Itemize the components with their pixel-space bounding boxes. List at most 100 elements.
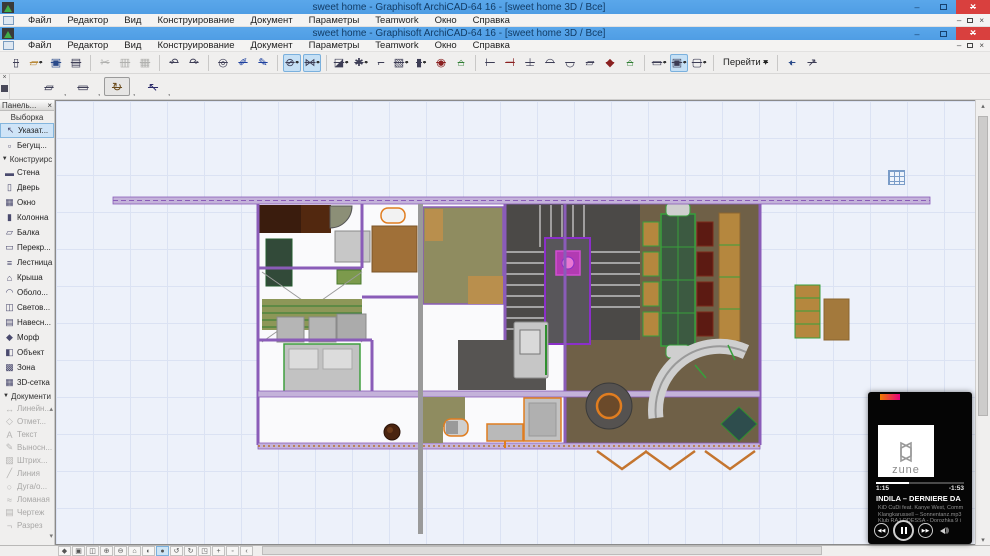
toolbox-header[interactable]: Панель... × — [0, 100, 54, 111]
edit-tool-2-button[interactable]: ⊣ — [501, 54, 519, 72]
grid-overlay-icon[interactable] — [888, 170, 905, 185]
panel-scroll-up-icon[interactable]: ▴ — [49, 405, 53, 413]
tool-section[interactable]: ¬Разрез — [0, 519, 54, 532]
tool-roof[interactable]: ⌂Крыша — [0, 270, 54, 285]
tool-shell[interactable]: ◠Оболо... — [0, 285, 54, 300]
tool-dimension[interactable]: ↔Линейн... — [0, 402, 54, 415]
menu-teamwork[interactable]: Teamwork — [367, 40, 426, 51]
menu-file[interactable]: Файл — [20, 40, 59, 51]
tool-label[interactable]: ✎Выносн... — [0, 441, 54, 454]
tool-slab[interactable]: ▭Перекр... — [0, 240, 54, 255]
tool-beam[interactable]: ▱Балка — [0, 225, 54, 240]
menu-options[interactable]: Параметры — [301, 14, 368, 26]
tool-arc[interactable]: ○Дуга/о... — [0, 480, 54, 493]
nav-button-10[interactable]: ◳ — [198, 546, 211, 556]
flyout-marker-icon[interactable]: , — [133, 88, 135, 97]
menu-help[interactable]: Справка — [465, 14, 518, 26]
scroll-down-icon[interactable]: ▾ — [976, 536, 990, 544]
volume-button[interactable]: ))) — [940, 528, 948, 534]
nav-button-3[interactable]: ⊕ — [100, 546, 113, 556]
drawing-canvas[interactable] — [55, 100, 975, 545]
dock-grip-icon[interactable] — [1, 85, 8, 92]
close-button-inner[interactable]: × — [956, 27, 990, 40]
menu-window[interactable]: Окно — [427, 40, 465, 51]
tool-zone[interactable]: ▩Зона — [0, 360, 54, 375]
tool-text[interactable]: AТекст — [0, 428, 54, 441]
snap-points-button[interactable]: ✱▾ — [352, 54, 370, 72]
quick-options-button[interactable]: ▭▾ — [650, 54, 668, 72]
tool-marquee[interactable]: ▫Бегущ... — [0, 138, 54, 153]
vertical-scrollbar[interactable]: ▴ ▾ — [975, 100, 990, 545]
edit-tool-8-button[interactable]: ⌂ — [621, 54, 639, 72]
vertical-scroll-thumb[interactable] — [978, 116, 988, 416]
section-design[interactable]: ▼Конструирс — [0, 153, 54, 165]
paste-button[interactable]: ▦ — [136, 54, 154, 72]
nav-button-7[interactable]: ● — [156, 546, 169, 556]
menu-design[interactable]: Конструирование — [149, 14, 242, 26]
tool-line[interactable]: ╱Линия — [0, 467, 54, 480]
print-button[interactable]: ▤ — [67, 54, 85, 72]
gravity-button[interactable]: ◪▾ — [332, 54, 350, 72]
panel-scroll-down-icon[interactable]: ▾ — [49, 532, 53, 540]
flyout-marker-icon[interactable]: , — [168, 88, 170, 97]
floor-plan-view-button[interactable]: ▣▾ — [670, 54, 688, 72]
renovation-button[interactable]: ⌂ — [452, 54, 470, 72]
tool-object[interactable]: ◧Объект — [0, 345, 54, 360]
tool-column[interactable]: ▮Колонна — [0, 210, 54, 225]
edit-tool-4-button[interactable]: ◠ — [541, 54, 559, 72]
edit-tool-7-button[interactable]: ◆ — [601, 54, 619, 72]
tool-polyline[interactable]: ≈Ломаная — [0, 493, 54, 506]
mdi-close-button[interactable]: × — [979, 41, 984, 50]
previous-button[interactable]: ◀◀ — [874, 523, 889, 538]
tool-stair[interactable]: ≡Лестница — [0, 255, 54, 270]
floor-plan[interactable] — [55, 100, 975, 545]
next-button[interactable]: ▶▶ — [918, 523, 933, 538]
nav-button-12[interactable]: ◦ — [226, 546, 239, 556]
find-select-button[interactable]: ◎ — [214, 54, 232, 72]
menu-design[interactable]: Конструирование — [149, 40, 242, 51]
menu-edit[interactable]: Редактор — [59, 14, 116, 26]
tool-wall[interactable]: ▬Стена — [0, 165, 54, 180]
tool-curtain-wall[interactable]: ▤Навесн... — [0, 315, 54, 330]
view-3d-button[interactable]: ▢▾ — [690, 54, 708, 72]
tool-mesh[interactable]: ▦3D-сетка — [0, 375, 54, 390]
tool-skylight[interactable]: ◫Светов... — [0, 300, 54, 315]
minimize-button[interactable]: – — [904, 0, 930, 14]
horizontal-scroll-thumb[interactable] — [262, 546, 822, 555]
menu-teamwork[interactable]: Teamwork — [367, 14, 426, 26]
flyout-marker-icon[interactable]: , — [98, 88, 100, 97]
toolbox-close-icon[interactable]: × — [47, 101, 52, 110]
cut-button[interactable]: ✂ — [96, 54, 114, 72]
corner-button[interactable]: ⌐ — [372, 54, 390, 72]
menu-view[interactable]: Вид — [116, 40, 149, 51]
nav-button-13[interactable]: ‹ — [240, 546, 253, 556]
play-pause-button[interactable] — [893, 520, 914, 541]
pickup-parameters-button[interactable]: ✐ — [234, 54, 252, 72]
menu-document[interactable]: Документ — [242, 40, 300, 51]
autointersect-toggle[interactable]: ⋈▾ — [303, 54, 321, 72]
layers-button[interactable]: ▧▾ — [392, 54, 410, 72]
nav-button-0[interactable]: ◆ — [58, 546, 71, 556]
marquee-skew-button[interactable]: ▱ — [36, 77, 62, 96]
nav-button-6[interactable]: ◐ — [142, 546, 155, 556]
tool-level-dimension[interactable]: ◇Отмет... — [0, 415, 54, 428]
nav-button-11[interactable]: + — [212, 546, 225, 556]
section-document[interactable]: ▼Документи — [0, 390, 54, 402]
progress-bar[interactable] — [876, 482, 964, 484]
rotate-tool-button[interactable]: ↻ — [104, 77, 130, 96]
restore-button-inner[interactable] — [930, 27, 956, 40]
restore-button[interactable] — [930, 0, 956, 14]
mdi-restore-button[interactable] — [967, 18, 973, 23]
nav-button-4[interactable]: ⊖ — [114, 546, 127, 556]
menu-edit[interactable]: Редактор — [59, 40, 116, 51]
edit-tool-1-button[interactable]: ⊢ — [481, 54, 499, 72]
nav-button-8[interactable]: ↺ — [170, 546, 183, 556]
structure-display-button[interactable]: ▮▾ — [412, 54, 430, 72]
tool-drawing[interactable]: ▤Чертеж — [0, 506, 54, 519]
nav-button-2[interactable]: ◫ — [86, 546, 99, 556]
minimize-button-inner[interactable]: – — [904, 27, 930, 40]
menu-window[interactable]: Окно — [427, 14, 465, 26]
new-button[interactable]: ▯ — [7, 54, 25, 72]
copy-button[interactable]: ▥ — [116, 54, 134, 72]
tool-door[interactable]: ▯Дверь — [0, 180, 54, 195]
